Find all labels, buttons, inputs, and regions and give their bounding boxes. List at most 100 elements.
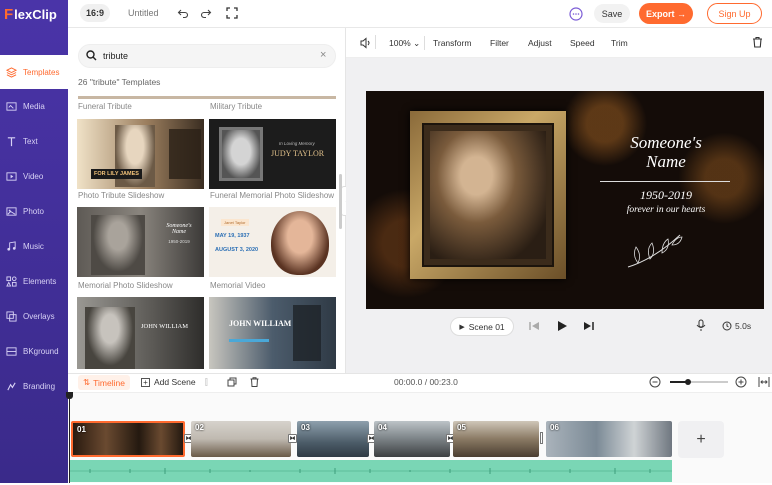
search-value: tribute <box>103 51 129 61</box>
preview-tagline[interactable]: forever in our hearts <box>576 205 756 215</box>
thumb-sub: In Loving Memory <box>279 141 315 146</box>
scene-label: Scene 01 <box>468 321 505 332</box>
zoom-in-icon[interactable] <box>735 376 747 391</box>
sidebar-item-templates[interactable]: Templates <box>0 55 68 89</box>
scene-duration[interactable]: 5.0s <box>722 321 751 331</box>
skip-forward-icon[interactable] <box>583 321 594 334</box>
text-icon <box>7 136 16 146</box>
chat-icon[interactable] <box>568 6 584 22</box>
clip-trim-handle[interactable] <box>540 432 543 444</box>
timeline-delete-icon[interactable] <box>250 377 259 387</box>
clear-search-icon[interactable]: × <box>320 49 326 61</box>
template-label[interactable]: Memorial Photo Slideshow <box>78 281 173 290</box>
redo-icon[interactable] <box>199 6 213 20</box>
duplicate-icon[interactable] <box>227 377 237 387</box>
zoom-slider-handle[interactable] <box>685 379 691 385</box>
template-thumb-john-william-1[interactable]: JOHN WILLIAM <box>77 297 204 369</box>
skip-back-icon[interactable] <box>529 321 540 334</box>
timeline-clip[interactable]: 01 <box>71 421 185 457</box>
filter-tool[interactable]: Filter <box>490 38 509 48</box>
aspect-ratio-button[interactable]: 16:9 <box>80 4 110 22</box>
fit-timeline-icon[interactable] <box>758 376 770 391</box>
preview-divider <box>600 181 730 182</box>
sidebar-item-label: Overlays <box>23 311 55 321</box>
template-thumb-memorial-video[interactable]: Janet Taylor MAY 19, 1937 AUGUST 3, 2020 <box>209 207 336 277</box>
clip-number: 06 <box>550 423 559 432</box>
save-button[interactable]: Save <box>594 4 630 23</box>
trim-tool[interactable]: Trim <box>611 38 628 48</box>
search-icon <box>86 50 97 64</box>
sidebar-item-label: Media <box>23 101 45 111</box>
sidebar-item-bkground[interactable]: BKground <box>0 334 68 368</box>
flexclip-logo[interactable]: FlexClip <box>0 0 68 28</box>
speed-tool[interactable]: Speed <box>570 38 595 48</box>
timeline-clip[interactable]: 03 <box>297 421 369 457</box>
volume-icon[interactable] <box>360 37 372 52</box>
template-thumb-memorial-photo[interactable]: Someone's Name 1950-2019 <box>77 207 204 277</box>
clock-icon <box>722 321 732 331</box>
audio-track[interactable] <box>70 460 672 482</box>
preview-name-line1[interactable]: Someone's <box>576 133 756 152</box>
preview-name-line2[interactable]: Name <box>576 152 756 171</box>
play-button-icon[interactable] <box>557 320 568 335</box>
zoom-select[interactable]: 100% ⌄ <box>389 38 420 49</box>
template-label-funeral-tribute[interactable]: Funeral Tribute <box>78 102 132 111</box>
preview-years[interactable]: 1950-2019 <box>576 188 756 203</box>
undo-icon[interactable] <box>176 6 190 20</box>
sidebar-item-media[interactable]: Media <box>0 89 68 123</box>
sidebar-item-music[interactable]: Music <box>0 229 68 263</box>
add-clip-button[interactable]: + <box>678 421 724 458</box>
microphone-icon[interactable] <box>696 319 706 335</box>
portrait-photo <box>430 131 546 259</box>
sidebar-item-overlays[interactable]: Overlays <box>0 299 68 333</box>
sidebar-item-photo[interactable]: Photo <box>0 194 68 228</box>
template-thumb-funeral-memorial[interactable]: In Loving Memory JUDY TAYLOR <box>209 119 336 189</box>
delete-icon[interactable] <box>752 36 763 51</box>
timeline-clip[interactable]: 04 <box>374 421 450 457</box>
playhead-handle[interactable] <box>66 392 73 399</box>
thumb-caption: JUDY TAYLOR <box>271 149 325 158</box>
duration-value: 5.0s <box>735 321 752 331</box>
template-label-military-tribute[interactable]: Military Tribute <box>210 102 262 111</box>
play-icon: ▶ <box>459 323 465 331</box>
add-scene-label: Add Scene <box>154 377 196 387</box>
timeline-clip[interactable]: 05 <box>453 421 539 457</box>
zoom-slider[interactable] <box>670 381 728 383</box>
sidebar-item-label: BKground <box>23 346 59 356</box>
zoom-out-icon[interactable] <box>649 376 661 391</box>
template-thumb-john-william-2[interactable]: JOHN WILLIAM <box>209 297 336 369</box>
sidebar-item-text[interactable]: Text <box>0 124 68 158</box>
template-thumb-photo-tribute[interactable]: FOR LILY JAMES <box>77 119 204 189</box>
add-scene-button[interactable]: + Add Scene <box>141 377 196 387</box>
clip-number: 01 <box>77 425 86 434</box>
project-title[interactable]: Untitled <box>128 8 159 18</box>
timeline-clip[interactable]: 02 <box>191 421 291 457</box>
adjust-tool[interactable]: Adjust <box>528 38 552 48</box>
photo-icon <box>6 206 17 216</box>
overlays-icon <box>6 310 17 322</box>
floral-ornament-icon <box>627 234 683 268</box>
template-label[interactable]: Memorial Video <box>210 281 265 290</box>
scene-play-button[interactable]: ▶ Scene 01 <box>450 317 514 336</box>
zoom-value: 100% <box>389 38 411 48</box>
panel-scrollbar[interactable] <box>339 174 342 229</box>
sidebar-item-video[interactable]: Video <box>0 159 68 193</box>
background-icon <box>6 346 17 356</box>
timeline-clip[interactable]: 06 <box>546 421 672 457</box>
template-label[interactable]: Photo Tribute Slideshow <box>78 191 164 200</box>
transform-tool[interactable]: Transform <box>433 38 471 48</box>
toolbar-divider <box>375 35 376 49</box>
split-icon[interactable]: ⫿ <box>205 377 208 388</box>
timeline-toggle[interactable]: ⇅ Timeline <box>78 375 130 390</box>
template-label[interactable]: Funeral Memorial Photo Slideshow <box>210 191 334 200</box>
branding-icon <box>7 382 16 390</box>
export-button[interactable]: Export → <box>639 3 693 24</box>
sidebar-item-branding[interactable]: Branding <box>0 369 68 403</box>
thumb-sub: AUGUST 3, 2020 <box>215 247 259 253</box>
sign-up-button[interactable]: Sign Up <box>707 3 762 24</box>
fullscreen-icon[interactable] <box>225 6 239 20</box>
sidebar-item-elements[interactable]: Elements <box>0 264 68 298</box>
video-preview[interactable]: Someone's Name 1950-2019 forever in our … <box>366 91 764 309</box>
transition-icon[interactable]: ⧓ <box>288 434 297 443</box>
sidebar-item-label: Text <box>23 136 38 146</box>
